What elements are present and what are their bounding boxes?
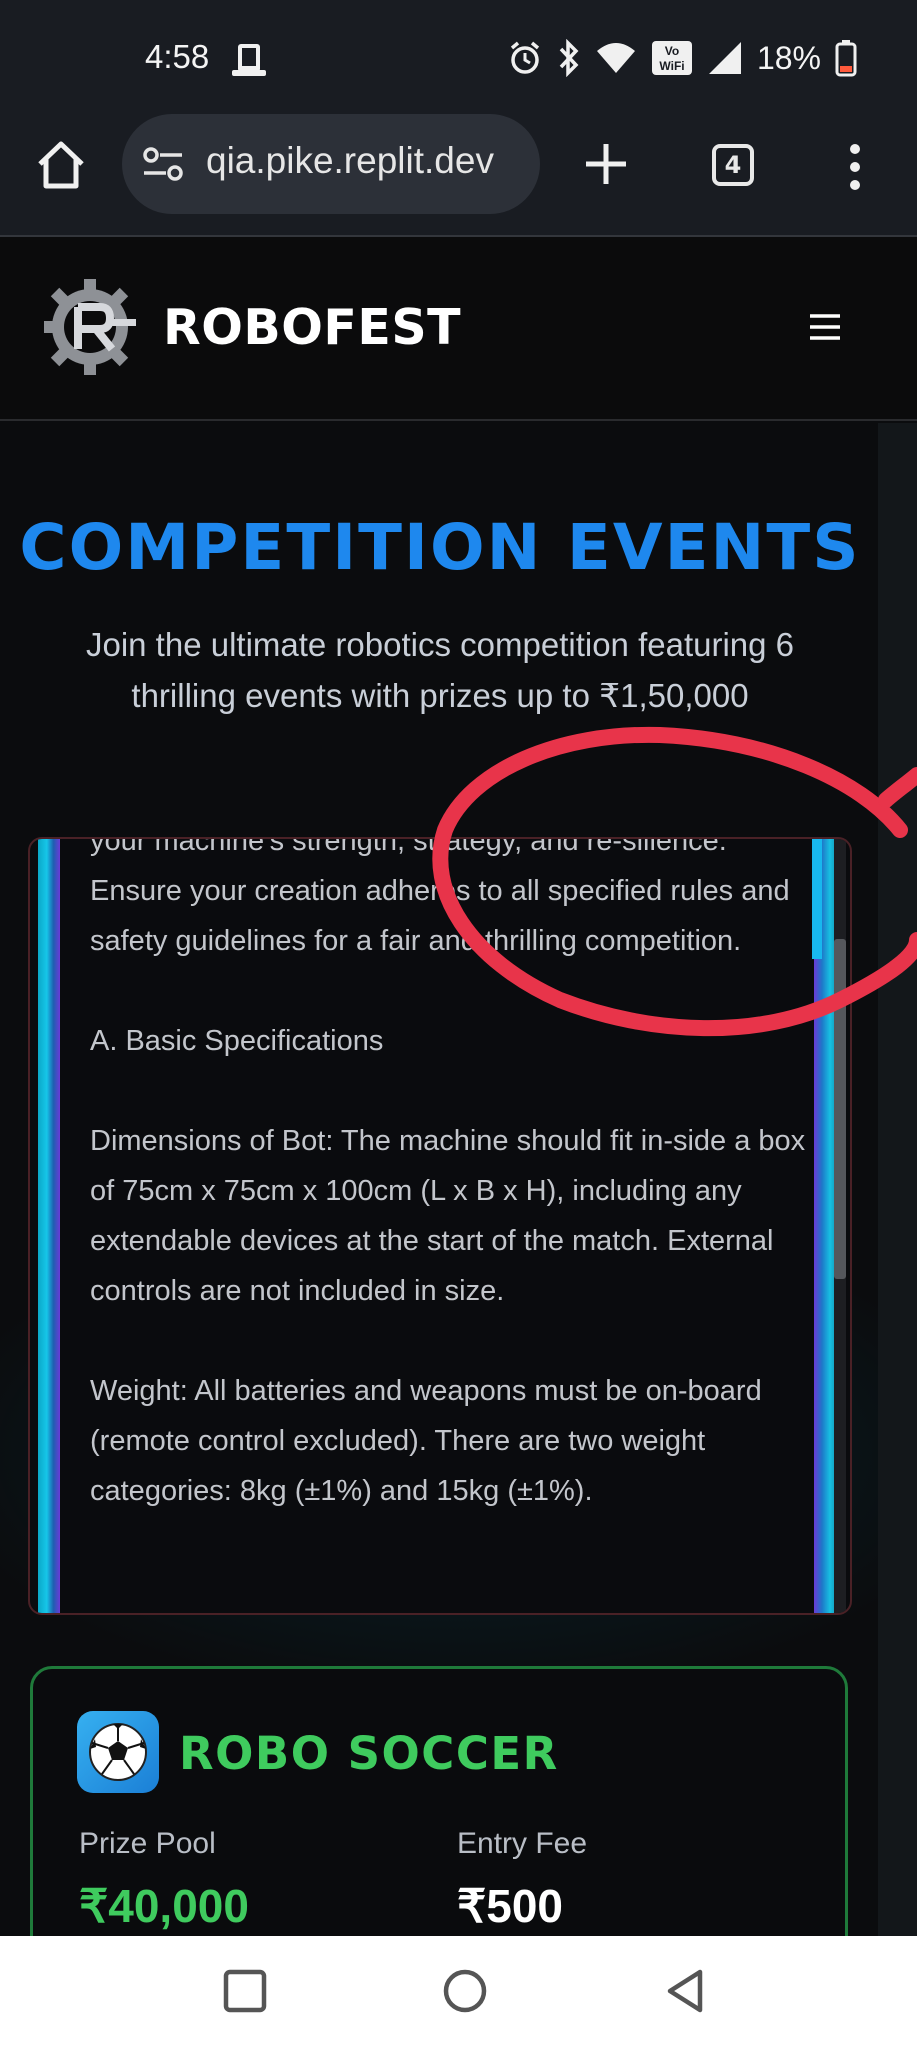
address-bar[interactable]: qia.pike.replit.dev	[122, 114, 540, 214]
browser-toolbar: qia.pike.replit.dev 4	[0, 112, 917, 237]
status-icons: Vo WiFi 18%	[507, 36, 857, 80]
phone-link-icon	[232, 44, 266, 76]
signal-icon	[708, 42, 741, 74]
rules-paragraph: your machine's strength, strategy, and r…	[90, 837, 790, 957]
tab-switcher-button[interactable]: 4	[712, 144, 754, 186]
url-text: qia.pike.replit.dev	[206, 140, 494, 181]
main-content: COMPETITION EVENTS Join the ultimate rob…	[0, 423, 917, 1936]
brand-name[interactable]: ROBOFEST	[163, 299, 461, 356]
new-tab-icon[interactable]	[580, 138, 632, 190]
back-icon[interactable]	[660, 1966, 710, 2016]
rules-paragraph: Dimensions of Bot: The machine should fi…	[90, 1125, 806, 1307]
battery-icon	[835, 40, 857, 77]
status-time: 4:58	[145, 38, 210, 75]
hamburger-menu-icon[interactable]	[810, 313, 840, 341]
site-settings-icon[interactable]	[142, 144, 184, 184]
bluetooth-icon	[559, 39, 579, 77]
svg-text:WiFi: WiFi	[659, 59, 684, 73]
entry-fee-label: Entry Fee	[457, 1827, 588, 1860]
prize-pool-label: Prize Pool	[79, 1827, 216, 1860]
page-title: COMPETITION EVENTS	[19, 511, 861, 584]
svg-text:Vo: Vo	[665, 44, 679, 58]
soccer-ball-icon	[77, 1711, 159, 1793]
alarm-icon	[510, 41, 540, 74]
wifi-icon	[596, 43, 635, 73]
robofest-logo-icon[interactable]	[44, 275, 140, 379]
battery-percent: 18%	[756, 39, 821, 76]
prize-pool-value: ₹40,000	[79, 1880, 249, 1932]
event-title: ROBO SOCCER	[179, 1727, 559, 1780]
vowifi-icon: Vo WiFi	[651, 41, 692, 75]
rules-paragraph: Weight: All batteries and weapons must b…	[90, 1375, 762, 1507]
rules-scroll-panel[interactable]: your machine's strength, strategy, and r…	[28, 837, 852, 1615]
status-bar: 4:58 Vo WiFi 18%	[0, 0, 917, 112]
page-subtitle: Join the ultimate robotics competition f…	[85, 626, 795, 714]
recents-icon[interactable]	[220, 1966, 270, 2016]
rules-paragraph: A. Basic Specifications	[90, 1025, 384, 1057]
page-scrollbar-track[interactable]	[878, 423, 917, 1936]
home-circle-icon[interactable]	[440, 1966, 490, 2016]
rules-text: your machine's strength, strategy, and r…	[90, 837, 812, 1566]
panel-scrollbar-thumb[interactable]	[834, 939, 846, 1279]
panel-gradient-edge-left	[38, 839, 60, 1613]
home-icon[interactable]	[34, 138, 88, 192]
event-card-robo-soccer[interactable]: ROBO SOCCER Prize Pool Entry Fee ₹40,000…	[30, 1666, 848, 1936]
site-header: ROBOFEST	[0, 237, 917, 421]
android-nav-bar	[0, 1936, 917, 2048]
more-menu-icon[interactable]	[840, 142, 870, 192]
entry-fee-value: ₹500	[457, 1880, 564, 1932]
panel-scroll-accent	[812, 839, 822, 959]
